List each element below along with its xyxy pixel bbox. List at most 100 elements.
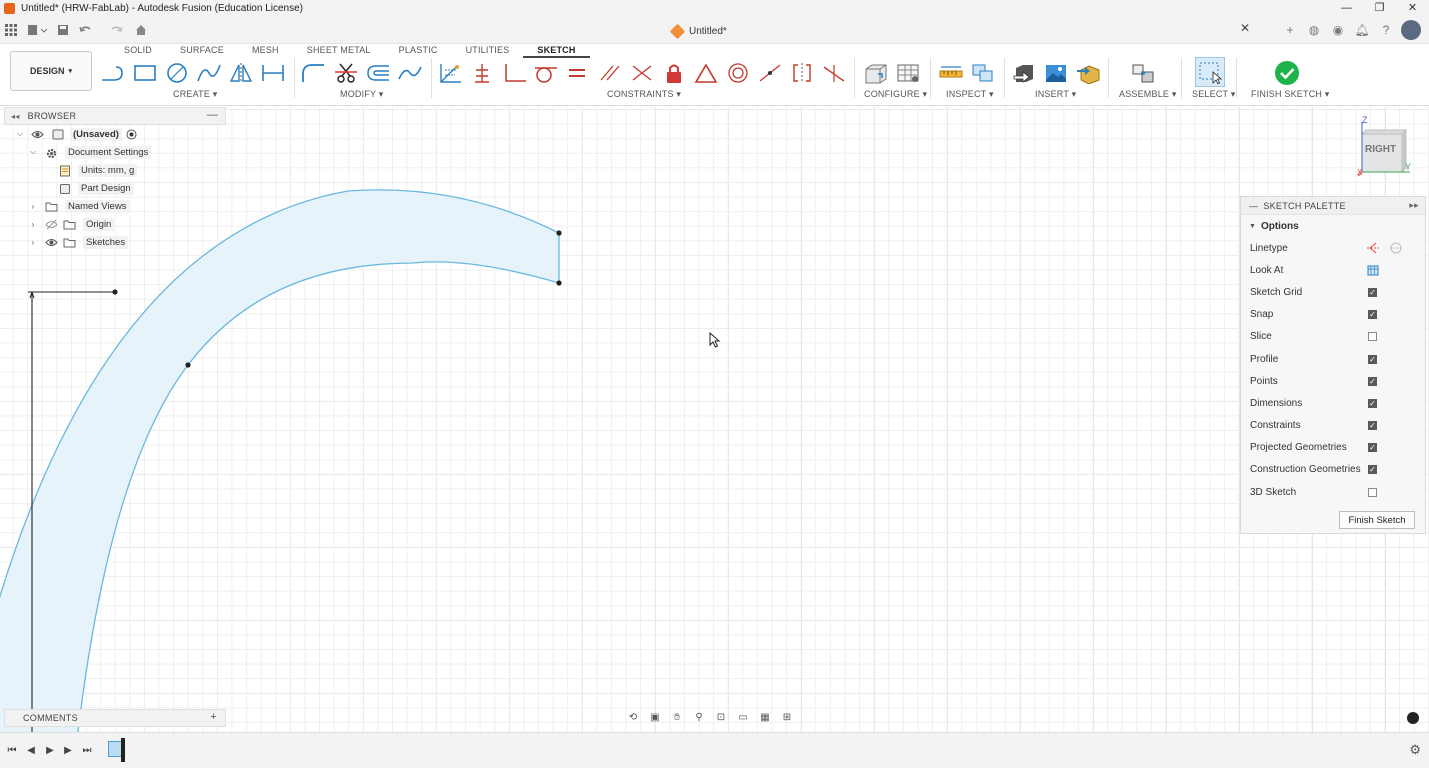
maximize-button[interactable]: ❐ xyxy=(1363,0,1396,17)
chevron-down-icon[interactable]: ⌵ xyxy=(28,147,38,157)
eye-hidden-icon[interactable] xyxy=(45,219,58,230)
mirror-tool[interactable] xyxy=(228,61,254,85)
offset-tool[interactable] xyxy=(365,61,391,85)
options-section-header[interactable]: ▼ Options xyxy=(1241,215,1425,237)
browser-minimize-icon[interactable]: — xyxy=(207,109,218,121)
rectangle-tool[interactable] xyxy=(132,61,158,85)
snap-checkbox[interactable]: ✓ xyxy=(1368,310,1377,320)
project-curve-tool[interactable] xyxy=(397,61,423,85)
grid-settings-icon[interactable]: ▦ xyxy=(756,710,774,724)
document-tab[interactable]: Untitled* xyxy=(669,20,727,42)
tree-item-origin[interactable]: › Origin xyxy=(4,215,226,233)
midpoint-constraint-icon[interactable] xyxy=(757,61,783,85)
timeline-marker[interactable] xyxy=(121,738,125,762)
line-tool[interactable] xyxy=(100,61,126,85)
tangent-constraint-icon[interactable] xyxy=(533,61,559,85)
step-back-icon[interactable]: ◀ xyxy=(24,743,38,757)
tree-item-part-design[interactable]: Part Design xyxy=(4,179,226,197)
tab-sketch[interactable]: SKETCH xyxy=(523,44,590,58)
tab-sheet-metal[interactable]: SHEET METAL xyxy=(293,44,385,58)
sketch-palette-header[interactable]: — SKETCH PALETTE ▸▸ xyxy=(1241,197,1425,215)
configure-model-icon[interactable] xyxy=(862,61,888,85)
measure-icon[interactable] xyxy=(938,61,964,85)
undo-icon[interactable] xyxy=(74,20,102,40)
chevron-right-icon[interactable]: › xyxy=(28,238,38,247)
chat-icon[interactable] xyxy=(1407,712,1419,724)
job-status-icon[interactable]: ◉ xyxy=(1329,21,1347,39)
sketch-point[interactable] xyxy=(112,289,118,295)
look-at-icon[interactable] xyxy=(1366,263,1380,280)
tree-item-document-settings[interactable]: ⌵ Document Settings xyxy=(4,143,226,161)
tree-item-units[interactable]: Units: mm, g xyxy=(4,161,226,179)
chevron-down-icon[interactable]: ⌵ xyxy=(15,129,25,139)
spline-tool[interactable] xyxy=(196,61,222,85)
insert-menu[interactable]: INSERT ▾ xyxy=(1035,89,1076,100)
chevron-right-icon[interactable]: › xyxy=(28,202,38,211)
expand-palette-icon[interactable]: ▸▸ xyxy=(1409,200,1419,211)
add-comment-icon[interactable]: + xyxy=(210,711,217,723)
comments-panel[interactable]: COMMENTS + xyxy=(4,709,226,727)
modify-menu[interactable]: MODIFY ▾ xyxy=(340,89,383,100)
concentric-constraint-icon[interactable] xyxy=(725,61,751,85)
select-menu[interactable]: SELECT ▾ xyxy=(1192,89,1235,100)
orbit-icon[interactable]: ⟲ xyxy=(624,710,642,724)
sketch-grid-checkbox[interactable]: ✓ xyxy=(1368,287,1377,297)
finish-sketch-button[interactable]: Finish Sketch xyxy=(1339,511,1415,529)
chevron-right-icon[interactable]: › xyxy=(28,220,38,229)
avatar[interactable] xyxy=(1401,20,1421,40)
assemble-menu[interactable]: ASSEMBLE ▾ xyxy=(1119,89,1177,100)
extensions-icon[interactable]: ◍ xyxy=(1305,21,1323,39)
sketch-point[interactable] xyxy=(185,362,191,368)
create-menu[interactable]: CREATE ▾ xyxy=(173,89,217,100)
slice-checkbox[interactable] xyxy=(1368,332,1377,342)
construction-linetype-icon[interactable] xyxy=(1366,241,1380,258)
perpendicular-constraint-icon[interactable] xyxy=(501,61,527,85)
new-tab-icon[interactable]: + xyxy=(1281,21,1299,39)
display-settings-icon[interactable]: ▭ xyxy=(734,710,752,724)
projected-geometries-checkbox[interactable]: ✓ xyxy=(1368,443,1377,453)
profile-checkbox[interactable]: ✓ xyxy=(1368,354,1377,364)
go-to-start-icon[interactable]: ⏮︎ xyxy=(5,743,19,757)
redo-icon[interactable] xyxy=(102,20,130,40)
sketch-point[interactable] xyxy=(556,280,562,286)
collapse-icon[interactable]: — xyxy=(1249,201,1258,211)
insert-canvas-image-icon[interactable] xyxy=(1043,61,1069,85)
sketch-profile-fill[interactable] xyxy=(0,189,559,732)
perpendicular-cross-icon[interactable] xyxy=(629,61,655,85)
coincident-constraint-icon[interactable] xyxy=(437,61,463,85)
circle-tool[interactable] xyxy=(164,61,190,85)
activate-radio-icon[interactable] xyxy=(126,129,139,140)
go-to-end-icon[interactable]: ⏭︎ xyxy=(80,743,94,757)
select-icon[interactable] xyxy=(1195,57,1225,87)
dimension-tool[interactable] xyxy=(260,61,286,85)
constraints-menu[interactable]: CONSTRAINTS ▾ xyxy=(607,89,681,100)
viewcube-face-label[interactable]: RIGHT xyxy=(1365,144,1396,155)
inspect-menu[interactable]: INSPECT ▾ xyxy=(946,89,994,100)
close-button[interactable]: ✕ xyxy=(1396,0,1429,17)
fit-zoom-icon[interactable]: ⊡ xyxy=(712,710,730,724)
browser-header[interactable]: ◂◂ BROWSER — xyxy=(4,107,226,125)
tree-item-root[interactable]: ⌵ (Unsaved) xyxy=(4,125,226,143)
finish-sketch-menu[interactable]: FINISH SKETCH ▾ xyxy=(1251,89,1330,100)
tab-solid[interactable]: SOLID xyxy=(110,44,166,58)
eye-icon[interactable] xyxy=(31,129,44,140)
centerline-linetype-icon[interactable] xyxy=(1389,241,1403,258)
3d-sketch-checkbox[interactable] xyxy=(1368,487,1377,497)
curvature-constraint-icon[interactable] xyxy=(821,61,847,85)
zoom-icon[interactable]: ⚲ xyxy=(690,710,708,724)
play-icon[interactable]: ▶ xyxy=(43,743,57,757)
viewcube[interactable]: RIGHT Z Y X xyxy=(1356,115,1412,178)
save-icon[interactable] xyxy=(52,20,74,40)
tab-utilities[interactable]: UTILITIES xyxy=(452,44,524,58)
home-icon[interactable] xyxy=(130,20,152,40)
notifications-icon[interactable]: 🔔︎ xyxy=(1353,21,1371,39)
help-icon[interactable]: ? xyxy=(1377,21,1395,39)
configure-menu[interactable]: CONFIGURE ▾ xyxy=(864,89,927,100)
minimize-button[interactable]: — xyxy=(1330,0,1363,17)
points-checkbox[interactable]: ✓ xyxy=(1368,376,1377,386)
trim-scissors-icon[interactable] xyxy=(333,61,359,85)
parallel-constraint-icon[interactable] xyxy=(597,61,623,85)
configuration-table-icon[interactable] xyxy=(895,61,921,85)
insert-derive-icon[interactable] xyxy=(1011,61,1037,85)
viewports-icon[interactable]: ⊞ xyxy=(778,710,796,724)
